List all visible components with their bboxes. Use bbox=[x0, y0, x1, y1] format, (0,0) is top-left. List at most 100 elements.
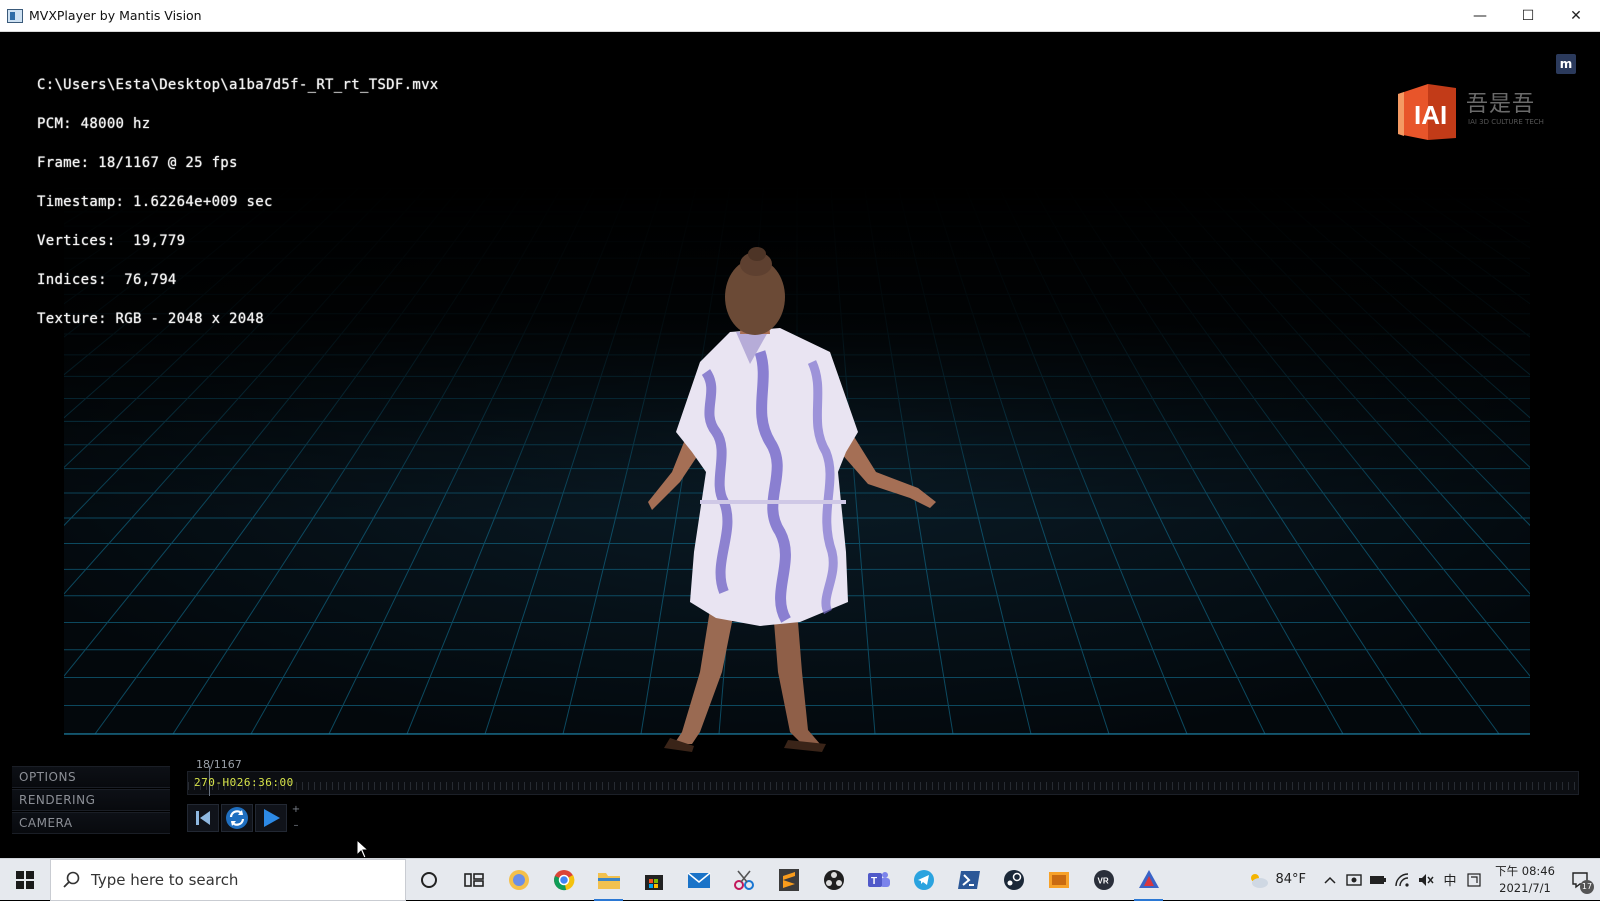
snip-icon bbox=[733, 869, 754, 890]
search-placeholder: Type here to search bbox=[91, 870, 239, 889]
info-pcm: PCM: 48000 hz bbox=[37, 116, 151, 132]
action-center-button[interactable]: 17 bbox=[1560, 859, 1600, 901]
start-button[interactable] bbox=[0, 859, 50, 901]
brand-name: 吾是吾 bbox=[1466, 92, 1536, 117]
app-icon bbox=[7, 8, 23, 23]
taskbar-app-steam[interactable] bbox=[991, 859, 1036, 901]
info-path: C:\Users\Esta\Desktop\a1ba7d5f-_RT_rt_TS… bbox=[37, 77, 439, 93]
play-icon bbox=[264, 809, 280, 827]
info-frame: Frame: 18/1167 @ 25 fps bbox=[37, 155, 238, 171]
clock-time: 下午 08:46 bbox=[1495, 863, 1555, 878]
taskbar-app-telegram[interactable] bbox=[901, 859, 946, 901]
taskbar-app-obs[interactable] bbox=[811, 859, 856, 901]
telegram-icon bbox=[913, 869, 934, 890]
skip-back-button[interactable] bbox=[187, 804, 219, 832]
mvxplayer-icon bbox=[1138, 869, 1159, 888]
sublime-icon bbox=[778, 868, 799, 891]
obs-icon bbox=[823, 869, 844, 890]
notification-count: 17 bbox=[1580, 879, 1594, 894]
search-icon bbox=[63, 871, 80, 888]
playback-controls: + – bbox=[187, 804, 303, 832]
weather-cloud-icon bbox=[1251, 873, 1269, 888]
weather-temp: 84°F bbox=[1275, 872, 1306, 887]
frame-step-buttons: + – bbox=[289, 804, 303, 832]
battery-icon bbox=[1370, 875, 1386, 884]
menu-camera[interactable]: CAMERA bbox=[12, 812, 170, 834]
taskbar: Type here to search T VR 84°F 中 下午 08:46… bbox=[0, 858, 1600, 901]
title-bar: MVXPlayer by Mantis Vision — ☐ ✕ bbox=[0, 0, 1600, 32]
brand-logo-text: IAI bbox=[1414, 100, 1447, 130]
window-controls: — ☐ ✕ bbox=[1456, 0, 1600, 32]
tray-battery[interactable] bbox=[1366, 859, 1390, 901]
teams-icon: T bbox=[867, 871, 890, 887]
brand-logo-icon: IAI bbox=[1398, 84, 1456, 140]
windows-icon bbox=[16, 870, 34, 889]
loop-icon bbox=[226, 807, 248, 829]
mouse-cursor-icon bbox=[356, 839, 370, 858]
svg-text:T: T bbox=[871, 876, 877, 887]
taskbar-clock[interactable]: 下午 08:46 2021/7/1 bbox=[1490, 863, 1560, 897]
task-view-button[interactable] bbox=[451, 859, 496, 901]
taskbar-app-slides[interactable] bbox=[1036, 859, 1081, 901]
task-view-icon bbox=[463, 872, 484, 887]
powershell-icon bbox=[957, 870, 980, 889]
timeline-scrubber[interactable]: 270-H026:36:00 bbox=[187, 766, 1579, 796]
taskbar-app-store[interactable] bbox=[631, 859, 676, 901]
step-down-button[interactable]: – bbox=[294, 820, 299, 832]
tray-volume[interactable] bbox=[1414, 859, 1438, 901]
info-indices: Indices: 76,794 bbox=[37, 272, 177, 288]
minimize-button[interactable]: — bbox=[1456, 0, 1504, 32]
tray-ime-mode[interactable] bbox=[1462, 859, 1486, 901]
taskbar-app-explorer[interactable] bbox=[586, 859, 631, 901]
player-viewport[interactable]: C:\Users\Esta\Desktop\a1ba7d5f-_RT_rt_TS… bbox=[0, 32, 1600, 858]
brand-watermark: IAI 吾是吾 IAI 3D CULTURE TECH bbox=[1394, 80, 1554, 146]
cortana-icon bbox=[420, 871, 437, 888]
menu-badge-button[interactable]: m bbox=[1556, 54, 1576, 74]
smiley-app-icon bbox=[508, 869, 529, 890]
tray-meet-now[interactable] bbox=[1342, 859, 1366, 901]
side-menu: OPTIONS RENDERING CAMERA bbox=[12, 766, 170, 835]
tray-overflow-button[interactable] bbox=[1318, 859, 1342, 901]
file-info-overlay: C:\Users\Esta\Desktop\a1ba7d5f-_RT_rt_TS… bbox=[37, 53, 439, 352]
svg-text:VR: VR bbox=[1097, 876, 1108, 885]
info-vertices: Vertices: 19,779 bbox=[37, 233, 186, 249]
maximize-button[interactable]: ☐ bbox=[1504, 0, 1552, 32]
tray-network[interactable] bbox=[1390, 859, 1414, 901]
taskbar-app-mvxplayer[interactable] bbox=[1126, 859, 1171, 901]
folder-icon bbox=[597, 872, 620, 889]
presentation-icon bbox=[1048, 871, 1069, 888]
taskbar-search[interactable]: Type here to search bbox=[50, 858, 406, 901]
step-up-button[interactable]: + bbox=[292, 804, 300, 816]
clock-date: 2021/7/1 bbox=[1499, 880, 1551, 895]
menu-rendering[interactable]: RENDERING bbox=[12, 789, 170, 811]
menu-options[interactable]: OPTIONS bbox=[12, 766, 170, 788]
taskbar-app-chrome[interactable] bbox=[541, 859, 586, 901]
taskbar-app-sublime[interactable] bbox=[766, 859, 811, 901]
wifi-icon bbox=[1395, 872, 1409, 887]
steam-icon bbox=[1003, 869, 1024, 890]
info-timestamp: Timestamp: 1.62264e+009 sec bbox=[37, 194, 273, 210]
taskbar-app-snip[interactable] bbox=[721, 859, 766, 901]
taskbar-app-teams[interactable]: T bbox=[856, 859, 901, 901]
frame-counter: 18/1167 bbox=[196, 758, 242, 771]
weather-widget[interactable]: 84°F bbox=[1247, 871, 1306, 889]
taskbar-app-powershell[interactable] bbox=[946, 859, 991, 901]
cortana-button[interactable] bbox=[406, 859, 451, 901]
tray-ime-language[interactable]: 中 bbox=[1438, 859, 1462, 901]
ime-mode-icon bbox=[1467, 872, 1481, 887]
timecode-label: 270-H026:36:00 bbox=[194, 776, 294, 789]
taskbar-app-emoji[interactable] bbox=[496, 859, 541, 901]
vr-icon: VR bbox=[1093, 869, 1114, 890]
mail-icon bbox=[687, 871, 710, 888]
brand-subtitle: IAI 3D CULTURE TECH bbox=[1468, 118, 1544, 126]
volume-muted-icon bbox=[1419, 873, 1434, 886]
loop-button[interactable] bbox=[221, 804, 253, 832]
close-button[interactable]: ✕ bbox=[1552, 0, 1600, 32]
window-title: MVXPlayer by Mantis Vision bbox=[29, 8, 202, 23]
taskbar-app-vr[interactable]: VR bbox=[1081, 859, 1126, 901]
taskbar-app-mail[interactable] bbox=[676, 859, 721, 901]
timeline-ticks bbox=[188, 782, 1578, 790]
chrome-icon bbox=[553, 869, 574, 890]
system-tray: 84°F 中 下午 08:46 2021/7/1 17 bbox=[1247, 859, 1600, 901]
play-button[interactable] bbox=[255, 804, 287, 832]
